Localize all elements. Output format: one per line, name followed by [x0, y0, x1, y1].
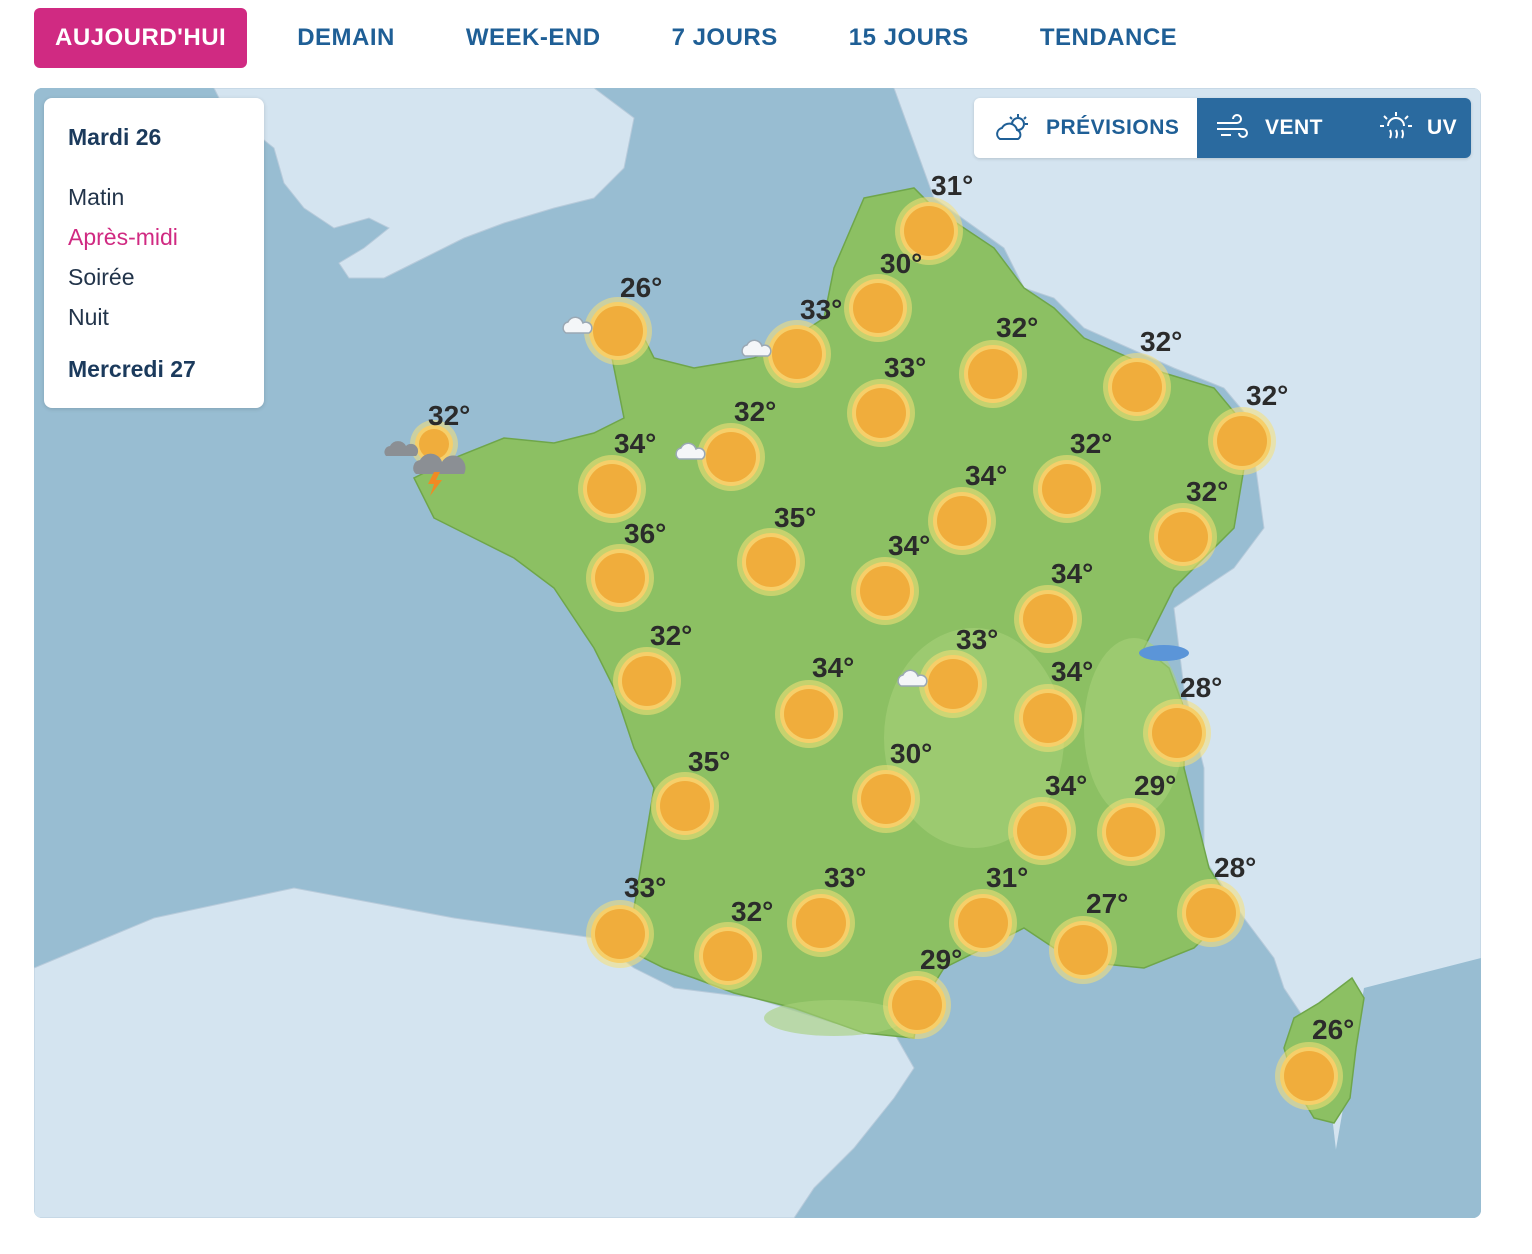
sun-icon — [595, 909, 645, 959]
city-temperature: 33° — [884, 352, 927, 383]
city-temperature: 36° — [624, 518, 667, 549]
day-mardi[interactable]: Mardi 26 — [68, 124, 161, 151]
sun-icon — [860, 566, 910, 616]
sun-icon — [968, 349, 1018, 399]
city-temperature: 29° — [1134, 770, 1177, 801]
cloud-icon — [741, 339, 772, 357]
city-temperature: 32° — [428, 400, 471, 431]
tab-aujourdhui[interactable]: AUJOURD'HUI — [34, 8, 248, 68]
city-temperature: 32° — [731, 896, 774, 927]
sun-icon — [1017, 806, 1067, 856]
sun-icon — [856, 388, 906, 438]
layer-switch: PRÉVISIONS VENT UV — [974, 98, 1471, 158]
city-temperature: 33° — [624, 872, 667, 903]
day-mercredi[interactable]: Mercredi 27 — [68, 356, 196, 383]
city-temperature: 32° — [734, 396, 777, 427]
period-soiree[interactable]: Soirée — [68, 264, 134, 291]
thunderstorm-icon — [384, 441, 466, 496]
sun-icon — [1106, 807, 1156, 857]
cloud-icon — [675, 442, 706, 460]
sun-icon — [861, 774, 911, 824]
sun-icon — [772, 329, 822, 379]
period-nuit[interactable]: Nuit — [68, 304, 109, 331]
sun-icon — [784, 689, 834, 739]
city-temperature: 34° — [614, 428, 657, 459]
period-matin[interactable]: Matin — [68, 184, 124, 211]
city-temperature: 34° — [1051, 656, 1094, 687]
city-temperature: 27° — [1086, 888, 1129, 919]
sun-icon — [706, 432, 756, 482]
city-temperature: 26° — [620, 272, 663, 303]
city-temperature: 33° — [956, 624, 999, 655]
cloud-icon — [562, 316, 593, 334]
tab-7-jours[interactable]: 7 JOURS — [651, 8, 799, 68]
city-temperature: 32° — [1186, 476, 1229, 507]
sun-icon — [937, 496, 987, 546]
city-temperature: 28° — [1180, 672, 1223, 703]
sun-icon — [703, 931, 753, 981]
sun-icon — [1023, 594, 1073, 644]
city-temperature: 32° — [1246, 380, 1289, 411]
layer-previsions-button[interactable]: PRÉVISIONS — [974, 98, 1197, 158]
city-temperature: 35° — [774, 502, 817, 533]
sun-icon — [746, 537, 796, 587]
tab-15-jours[interactable]: 15 JOURS — [828, 8, 990, 68]
sun-icon — [660, 781, 710, 831]
uv-sun-icon — [1380, 112, 1412, 139]
sun-icon — [1058, 925, 1108, 975]
sun-icon — [892, 980, 942, 1030]
sun-icon — [587, 464, 637, 514]
layer-previsions-label: PRÉVISIONS — [1046, 116, 1180, 139]
layer-vent-label: VENT — [1265, 116, 1324, 139]
period-apres-midi[interactable]: Après-midi — [68, 224, 178, 251]
city-temperature: 26° — [1312, 1014, 1355, 1045]
sun-icon — [595, 553, 645, 603]
city-temperature: 30° — [880, 248, 923, 279]
sun-icon — [958, 898, 1008, 948]
sun-icon — [622, 656, 672, 706]
city-temperature: 30° — [890, 738, 933, 769]
wind-icon — [1217, 114, 1248, 138]
time-panel: Mardi 26 Matin Après-midi Soirée Nuit Me… — [44, 98, 264, 408]
city-temperature: 34° — [812, 652, 855, 683]
city-temperature: 28° — [1214, 852, 1257, 883]
city-temperature: 34° — [888, 530, 931, 561]
tab-demain[interactable]: DEMAIN — [276, 8, 416, 68]
city-temperature: 33° — [824, 862, 867, 893]
sun-icon — [1023, 693, 1073, 743]
period-tabs: AUJOURD'HUI DEMAIN WEEK-END 7 JOURS 15 J… — [34, 8, 1227, 68]
sun-icon — [1158, 512, 1208, 562]
sun-icon — [928, 659, 978, 709]
city-temperature: 32° — [1070, 428, 1113, 459]
tab-tendance[interactable]: TENDANCE — [1019, 8, 1198, 68]
sun-icon — [1284, 1051, 1334, 1101]
sun-icon — [1186, 888, 1236, 938]
city-temperature: 34° — [1051, 558, 1094, 589]
city-temperature: 35° — [688, 746, 731, 777]
layer-uv-label: UV — [1427, 116, 1458, 139]
tab-week-end[interactable]: WEEK-END — [445, 8, 622, 68]
partly-cloudy-icon — [996, 114, 1028, 140]
cloud-icon — [897, 669, 928, 687]
layer-vent-button[interactable]: VENT — [1197, 98, 1361, 158]
sun-icon — [796, 898, 846, 948]
city-temperature: 32° — [650, 620, 693, 651]
city-temperature: 31° — [931, 170, 974, 201]
sun-icon — [853, 283, 903, 333]
layer-uv-button[interactable]: UV — [1361, 98, 1471, 158]
sun-icon — [1042, 464, 1092, 514]
city-temperature: 32° — [996, 312, 1039, 343]
sun-icon — [1152, 708, 1202, 758]
sun-icon — [593, 306, 643, 356]
sun-icon — [1112, 362, 1162, 412]
city-temperature: 31° — [986, 862, 1029, 893]
city-temperature: 32° — [1140, 326, 1183, 357]
city-temperature: 33° — [800, 294, 843, 325]
city-temperature: 29° — [920, 944, 963, 975]
city-temperature: 34° — [1045, 770, 1088, 801]
city-temperature: 34° — [965, 460, 1008, 491]
sun-icon — [1217, 416, 1267, 466]
